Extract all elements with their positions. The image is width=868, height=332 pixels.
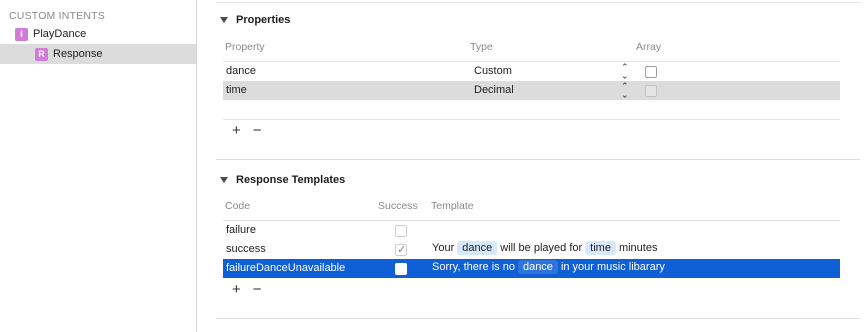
table-row[interactable]: success Yourdancewill be played fortimem… — [223, 240, 840, 259]
template-text-segment: minutes — [618, 242, 658, 254]
template-text-segment: in your music libarary — [560, 261, 665, 273]
template-text-segment: Your — [432, 242, 455, 254]
top-divider — [216, 2, 860, 3]
table-row[interactable]: time Decimal ⌃ ⌃ — [223, 81, 840, 100]
popup-arrows-icon[interactable]: ⌃ ⌃ — [621, 63, 629, 81]
section-title: Properties — [236, 14, 291, 26]
response-code[interactable]: failureDanceUnavailable — [226, 262, 345, 274]
template-text-segment: Sorry, there is no — [432, 261, 515, 273]
disclosure-triangle-icon[interactable] — [220, 17, 228, 23]
table-row-selected[interactable]: failureDanceUnavailable Sorry, there is … — [223, 259, 840, 278]
type-popup[interactable]: Decimal — [474, 84, 514, 96]
array-checkbox[interactable] — [645, 66, 657, 78]
add-property-button[interactable]: + — [232, 122, 241, 139]
sidebar-item-label: Response — [53, 48, 103, 60]
column-header-template[interactable]: Template — [431, 200, 474, 212]
add-template-button[interactable]: + — [232, 281, 241, 298]
parameter-token[interactable]: dance — [457, 241, 498, 255]
intent-badge-icon: I — [15, 27, 28, 41]
table-row[interactable]: failure — [223, 221, 840, 240]
table-bottom-divider — [223, 119, 840, 120]
column-header-property[interactable]: Property — [225, 41, 265, 53]
sidebar-item-response[interactable]: R Response — [0, 44, 196, 64]
template-text[interactable]: Your dance will be played for time minutes — [432, 241, 657, 255]
column-header-type[interactable]: Type — [470, 41, 493, 53]
templates-add-remove: + − — [232, 281, 262, 298]
section-divider — [216, 318, 860, 319]
table-row[interactable]: dance Custom ⌃ ⌃ — [223, 62, 840, 81]
remove-property-button[interactable]: − — [253, 122, 262, 139]
section-divider — [216, 159, 860, 160]
section-title: Response Templates — [236, 174, 346, 186]
success-checkbox[interactable] — [395, 225, 407, 237]
success-checkbox[interactable] — [395, 243, 407, 256]
template-text-segment: will be played for — [500, 242, 583, 254]
response-badge-icon: R — [35, 47, 48, 61]
parameter-token[interactable]: time — [585, 241, 616, 255]
column-header-array[interactable]: Array — [636, 41, 661, 53]
column-header-code[interactable]: Code — [225, 200, 250, 212]
properties-section-header[interactable]: Properties — [220, 14, 290, 26]
editor-pane: Properties Property Type Array dance Cus… — [198, 0, 868, 332]
sidebar-item-label: PlayDance — [33, 28, 87, 40]
type-popup[interactable]: Custom — [474, 65, 512, 77]
sidebar: CUSTOM INTENTS I PlayDance R Response — [0, 0, 197, 332]
template-text[interactable]: Sorry, there is no dance in your music lib… — [432, 260, 665, 274]
array-checkbox[interactable] — [645, 85, 657, 97]
response-code[interactable]: failure — [226, 224, 256, 236]
sidebar-item-playdance[interactable]: I PlayDance — [0, 24, 196, 44]
parameter-token[interactable]: dance — [517, 260, 558, 274]
disclosure-triangle-icon[interactable] — [220, 177, 228, 183]
properties-add-remove: + − — [232, 122, 262, 139]
column-header-success[interactable]: Success — [378, 200, 418, 212]
popup-arrows-icon[interactable]: ⌃ ⌃ — [621, 82, 629, 100]
remove-template-button[interactable]: − — [253, 281, 262, 298]
property-name[interactable]: time — [226, 84, 247, 96]
success-checkbox[interactable] — [395, 263, 407, 275]
response-templates-section-header[interactable]: Response Templates — [220, 174, 345, 186]
property-name[interactable]: dance — [226, 65, 256, 77]
sidebar-header: CUSTOM INTENTS — [9, 10, 105, 22]
response-code[interactable]: success — [226, 243, 266, 255]
